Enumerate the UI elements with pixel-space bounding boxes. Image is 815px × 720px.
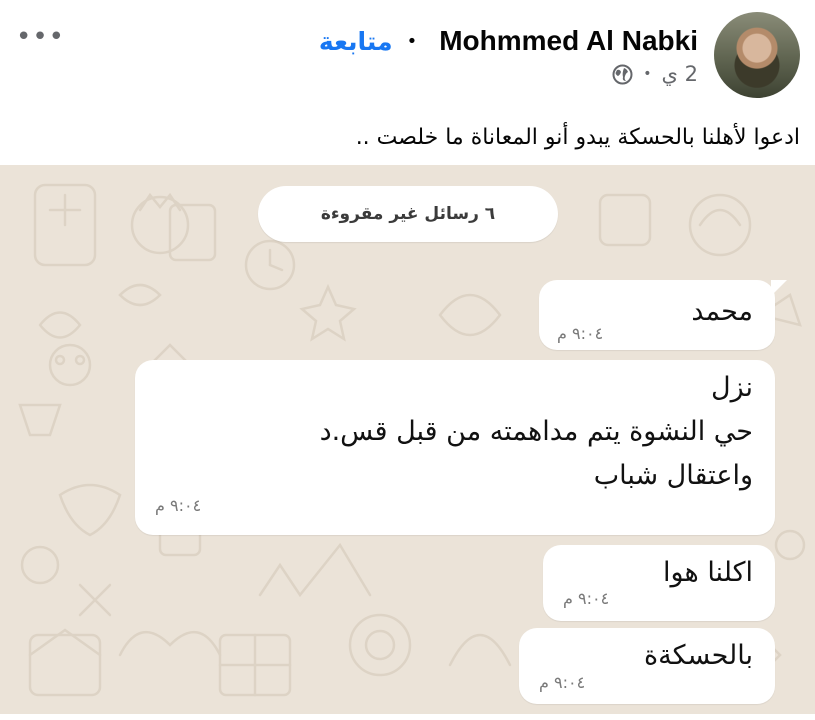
bubble-tail xyxy=(771,280,787,296)
post-header: ••• متابعة • Mohmmed Al Nabki • 2 ي xyxy=(0,0,815,110)
message-bubble[interactable]: محمد ٩:٠٤ م xyxy=(539,280,787,350)
message-text: بالحسكةة xyxy=(643,640,753,671)
post-meta: • 2 ي xyxy=(612,62,698,86)
unread-messages-pill: ٦ رسائل غير مقروءة xyxy=(258,186,558,242)
avatar[interactable] xyxy=(714,12,800,98)
bottom-divider xyxy=(0,714,815,720)
meta-separator: • xyxy=(643,66,652,82)
message-text: اكلنا هوا xyxy=(663,557,753,588)
message-time: ٩:٠٤ م xyxy=(539,673,586,692)
post-time[interactable]: 2 ي xyxy=(662,62,699,86)
author-name[interactable]: Mohmmed Al Nabki xyxy=(439,25,698,57)
author-row: متابعة • Mohmmed Al Nabki xyxy=(319,24,698,58)
message-text: محمد xyxy=(691,296,753,327)
follow-button[interactable]: متابعة xyxy=(319,27,393,56)
separator-dot: • xyxy=(406,30,418,52)
message-text: نزل حي النشوة يتم مداهمته من قبل قس.د وا… xyxy=(319,372,753,491)
post-caption: ادعوا لأهلنا بالحسكة يبدو أنو المعاناة م… xyxy=(355,125,800,150)
message-time: ٩:٠٤ م xyxy=(563,589,610,608)
message-time: ٩:٠٤ م xyxy=(557,324,604,343)
unread-count-label: ٦ رسائل غير مقروءة xyxy=(320,204,496,224)
message-bubble[interactable]: اكلنا هوا ٩:٠٤ م xyxy=(543,545,775,621)
message-time: ٩:٠٤ م xyxy=(155,496,202,515)
globe-icon[interactable] xyxy=(612,64,633,85)
message-bubble[interactable]: بالحسكةة ٩:٠٤ م xyxy=(519,628,775,704)
more-options-button[interactable]: ••• xyxy=(16,22,65,52)
chat-screenshot[interactable]: ٦ رسائل غير مقروءة محمد ٩:٠٤ م نزل حي ال… xyxy=(0,165,815,720)
message-bubble[interactable]: نزل حي النشوة يتم مداهمته من قبل قس.د وا… xyxy=(135,360,775,535)
